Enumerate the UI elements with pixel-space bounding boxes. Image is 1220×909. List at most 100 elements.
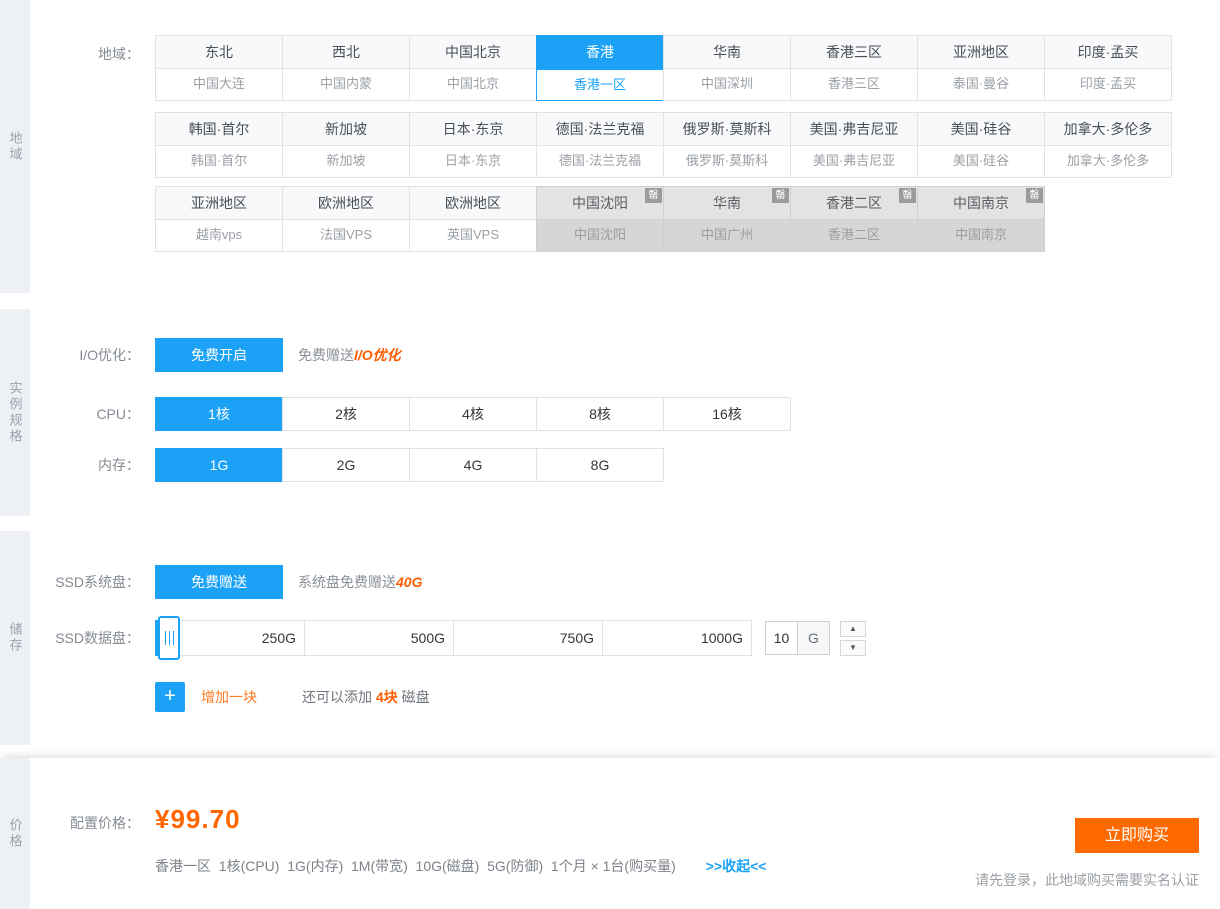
region-zone: 新加坡 [282,146,410,178]
region-zone: 俄罗斯·莫斯科 [663,146,791,178]
region-zone: 加拿大·多伦多 [1044,146,1172,178]
sidebar-region-label: 地域 [6,131,25,163]
region-zone: 中国沈阳 [536,220,664,252]
cpu-row: CPU： 1核 2核 4核 8核 16核 [30,397,1220,431]
cpu-option[interactable]: 8核 [536,397,664,431]
memory-option-selected[interactable]: 1G [155,448,283,482]
region-option[interactable]: 美国·弗吉尼亚 美国·弗吉尼亚 [790,112,918,178]
region-zone: 香港一区 [536,69,664,101]
region-option[interactable]: 印度·孟买 印度·孟买 [1044,35,1172,101]
add-disk-row: + 增加一块 还可以添加 4块 磁盘 [30,682,1220,712]
slider-handle[interactable] [158,616,180,660]
grip-lines-icon [165,631,166,645]
sidebar-region: 地域 [0,0,30,293]
io-enable-button[interactable]: 免费开启 [155,338,283,372]
region-option[interactable]: 欧洲地区 英国VPS [409,186,537,252]
region-name: 中国南京 [953,195,1009,211]
region-zone: 美国·弗吉尼亚 [790,146,918,178]
region-zone: 德国·法兰克福 [536,146,664,178]
cpu-option-selected[interactable]: 1核 [155,397,283,431]
region-name: 德国·法兰克福 [556,121,645,137]
region-option-selected[interactable]: 香港 香港一区 [536,35,664,101]
region-zone: 美国·硅谷 [917,146,1045,178]
disk-size-input[interactable] [765,621,798,655]
io-field-label: I/O优化： [30,338,155,372]
region-option[interactable]: 日本·东京 日本·东京 [409,112,537,178]
instance-section: 实例规格 I/O优化： 免费开启 免费赠送I/O优化 CPU： 1核 2核 4核… [0,309,1220,516]
region-option[interactable]: 俄罗斯·莫斯科 俄罗斯·莫斯科 [663,112,791,178]
region-option[interactable]: 新加坡 新加坡 [282,112,410,178]
region-zone: 印度·孟买 [1044,69,1172,101]
region-name: 中国沈阳 [572,195,628,211]
sidebar-instance-label: 实例规格 [6,381,25,445]
region-option[interactable]: 东北 中国大连 [155,35,283,101]
region-option[interactable]: 中国北京 中国北京 [409,35,537,101]
slider-mark[interactable]: 750G [453,620,603,656]
region-zone: 越南vps [155,220,283,252]
price-section: 价格 配置价格： ¥99.70 香港一区 1核(CPU) 1G(内存) 1M(带… [0,758,1220,909]
slider-mark[interactable]: 1000G [602,620,752,656]
region-name: 西北 [332,44,360,60]
stepper-up-icon[interactable]: ▲ [840,621,866,637]
io-note: 免费赠送I/O优化 [298,338,401,372]
region-option[interactable]: 亚洲地区 越南vps [155,186,283,252]
cpu-option[interactable]: 4核 [409,397,537,431]
region-name: 亚洲地区 [191,195,247,211]
memory-option[interactable]: 4G [409,448,537,482]
cpu-option[interactable]: 16核 [663,397,791,431]
region-option[interactable]: 华南 中国深圳 [663,35,791,101]
disk-size-stepper: ▲ ▼ [840,620,866,656]
system-disk-row: SSD系统盘： 免费赠送 系统盘免费赠送40G [30,565,1220,599]
region-name: 韩国·首尔 [189,121,250,137]
region-option-soldout: 中国南京罄 中国南京 [917,186,1045,252]
region-name: 加拿大·多伦多 [1064,121,1153,137]
region-zone: 香港二区 [790,220,918,252]
region-option[interactable]: 美国·硅谷 美国·硅谷 [917,112,1045,178]
config-summary: 香港一区 1核(CPU) 1G(内存) 1M(带宽) 10G(磁盘) 5G(防御… [155,856,676,876]
sidebar-storage: 储存 [0,531,30,745]
region-name: 华南 [713,195,741,211]
region-name: 日本·东京 [443,121,504,137]
price-field-label: 配置价格： [30,813,155,833]
region-option[interactable]: 德国·法兰克福 德国·法兰克福 [536,112,664,178]
sold-out-badge: 罄 [899,188,916,203]
stepper-down-icon[interactable]: ▼ [840,640,866,656]
buy-area: 立即购买 请先登录，此地域购买需要实名认证 [975,818,1199,890]
region-option-soldout: 华南罄 中国广州 [663,186,791,252]
disk-size-slider[interactable]: 250G 500G 750G 1000G [155,620,752,656]
memory-field-label: 内存： [30,448,155,482]
region-name: 新加坡 [325,121,367,137]
region-option[interactable]: 加拿大·多伦多 加拿大·多伦多 [1044,112,1172,178]
region-option[interactable]: 亚洲地区 泰国·曼谷 [917,35,1045,101]
plus-icon[interactable]: + [155,682,185,712]
region-zone: 中国深圳 [663,69,791,101]
region-grid: 东北 中国大连 西北 中国内蒙 中国北京 中国北京 香港 香港一区 华南 中 [155,0,1220,252]
buy-now-button[interactable]: 立即购买 [1075,818,1199,853]
region-row-3: 亚洲地区 越南vps 欧洲地区 法国VPS 欧洲地区 英国VPS 中国沈阳 罄 中… [155,186,1220,252]
region-option[interactable]: 韩国·首尔 韩国·首尔 [155,112,283,178]
sold-out-badge: 罄 [1026,188,1043,203]
region-name: 欧洲地区 [318,195,374,211]
cpu-field-label: CPU： [30,397,155,431]
region-zone: 韩国·首尔 [155,146,283,178]
sold-out-badge: 罄 [645,188,662,203]
region-zone: 中国内蒙 [282,69,410,101]
region-option-soldout: 中国沈阳 罄 中国沈阳 [536,186,664,252]
add-disk-button[interactable]: 增加一块 [201,687,257,707]
region-option[interactable]: 香港三区 香港三区 [790,35,918,101]
memory-option[interactable]: 8G [536,448,664,482]
sidebar-price-label: 价格 [6,818,25,850]
region-name: 香港三区 [826,44,882,60]
collapse-link[interactable]: >>收起<< [706,856,767,876]
system-disk-free-button[interactable]: 免费赠送 [155,565,283,599]
sidebar-instance: 实例规格 [0,309,30,516]
region-option[interactable]: 西北 中国内蒙 [282,35,410,101]
region-option[interactable]: 欧洲地区 法国VPS [282,186,410,252]
cpu-option[interactable]: 2核 [282,397,410,431]
storage-section: 储存 SSD系统盘： 免费赠送 系统盘免费赠送40G SSD数据盘： 250G … [0,531,1220,745]
region-option-soldout: 香港二区罄 香港二区 [790,186,918,252]
region-zone: 中国广州 [663,220,791,252]
memory-option[interactable]: 2G [282,448,410,482]
slider-mark[interactable]: 500G [304,620,454,656]
region-row-2: 韩国·首尔 韩国·首尔 新加坡 新加坡 日本·东京 日本·东京 德国·法兰克福 … [155,112,1220,178]
